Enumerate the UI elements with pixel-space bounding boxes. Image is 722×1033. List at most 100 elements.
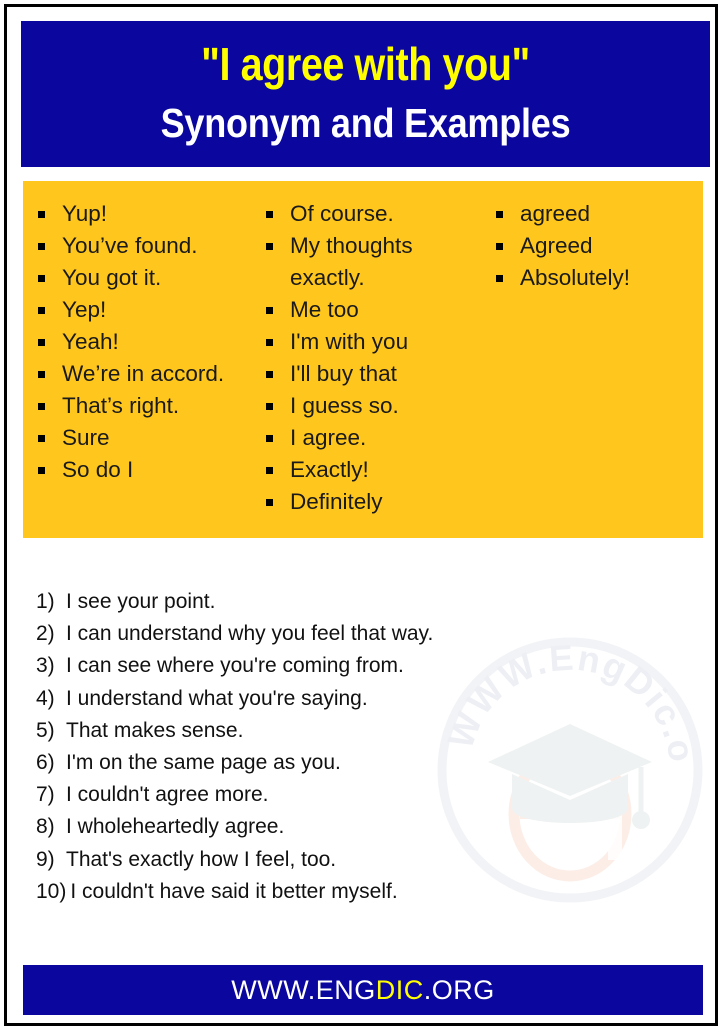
synonym-item-label: That’s right. [62,393,180,418]
page-title: "I agree with you" [201,38,530,90]
synonym-item-label: My thoughts exactly. [290,233,413,290]
synonym-item: We’re in accord. [38,358,253,390]
synonym-item-label: I agree. [290,425,367,450]
synonym-item: Sure [38,422,253,454]
example-row: 3) I can see where you're coming from. [36,650,676,682]
example-number: 7) [36,783,55,807]
example-row: 9) That's exactly how I feel, too. [36,844,676,876]
synonym-item-label: Yup! [62,201,108,226]
synonym-item-label: So do I [62,457,134,482]
synonym-item: That’s right. [38,390,253,422]
synonym-item: Exactly! [266,454,483,486]
example-number: 9) [36,847,55,871]
synonym-column-0: Yup! You’ve found. You got it. Yep! Yeah! We’… [23,198,253,486]
synonym-item: Yup! [38,198,253,230]
synonym-item-label: Absolutely! [520,265,631,290]
example-sentence: I couldn't have said it better myself. [70,879,398,903]
footer-banner: WWW.ENGDIC.ORG [23,965,703,1015]
bullet-square-icon [496,211,503,218]
bullet-square-icon [266,403,273,410]
synonym-item-label: Me too [290,297,359,322]
synonym-item-label: Of course. [290,201,394,226]
synonym-item-label: agreed [520,201,591,226]
bullet-square-icon [266,467,273,474]
bullet-square-icon [38,275,45,282]
footer-prefix: WWW.ENG [231,974,376,1005]
synonym-item-label: You got it. [62,265,162,290]
synonym-item-label: Yeah! [62,329,119,354]
synonym-item: Yep! [38,294,253,326]
header-banner: "I agree with you" Synonym and Examples [21,21,710,167]
example-row: 2) I can understand why you feel that way… [36,618,676,650]
synonym-item: My thoughts exactly. [266,230,483,294]
bullet-square-icon [38,307,45,314]
footer-accent: DIC [375,974,424,1005]
example-number: 1) [36,590,55,613]
bullet-square-icon [266,211,273,218]
bullet-square-icon [496,275,503,282]
example-number: 3) [36,654,55,678]
synonym-item: Agreed [496,230,703,262]
bullet-square-icon [38,435,45,442]
poster-canvas: WWW.EngDic.org "I agree with you" Synony… [0,0,722,1033]
example-number: 8) [36,815,55,839]
bullet-square-icon [38,339,45,346]
synonym-item: I guess so. [266,390,483,422]
synonym-item: I'm with you [266,326,483,358]
bullet-square-icon [266,243,273,250]
example-sentence: I wholeheartedly agree. [66,815,285,839]
example-sentence: I see your point. [66,590,216,613]
synonym-item-label: Exactly! [290,457,369,482]
example-row: 8) I wholeheartedly agree. [36,811,676,843]
bullet-square-icon [38,211,45,218]
example-sentence: That's exactly how I feel, too. [66,847,337,871]
synonym-item-label: You’ve found. [62,233,198,258]
bullet-square-icon [496,243,503,250]
synonym-item-label: We’re in accord. [62,361,225,386]
example-sentence: I can see where you're coming from. [66,654,404,678]
synonym-item-label: Sure [62,425,110,450]
synonym-item-label: I guess so. [290,393,399,418]
example-row: 6) I'm on the same page as you. [36,747,676,779]
example-row: 5) That makes sense. [36,715,676,747]
example-number: 5) [36,718,55,742]
example-sentence: I couldn't agree more. [66,783,269,807]
synonym-item-label: Yep! [62,297,107,322]
synonyms-panel: Yup! You’ve found. You got it. Yep! Yeah! We’… [23,181,703,538]
example-sentence: That makes sense. [66,718,244,742]
synonym-item: Of course. [266,198,483,230]
example-row: 10) I couldn't have said it better myself… [36,876,676,908]
example-sentence: I can understand why you feel that way. [66,622,434,646]
synonym-item-label: Definitely [290,489,383,514]
example-number: 4) [36,686,55,710]
synonym-item-label: I'll buy that [290,361,397,386]
footer-suffix: .ORG [423,974,495,1005]
footer-website-text: WWW.ENGDIC.ORG [231,975,495,1006]
synonym-item: Me too [266,294,483,326]
example-number: 2) [36,622,55,646]
synonym-item: Definitely [266,486,483,518]
bullet-square-icon [266,339,273,346]
synonym-item-label: Agreed [520,233,593,258]
example-row: 7) I couldn't agree more. [36,779,676,811]
bullet-square-icon [266,307,273,314]
example-sentence: I'm on the same page as you. [66,751,341,775]
bullet-square-icon [38,403,45,410]
page-subtitle: Synonym and Examples [160,100,571,146]
bullet-square-icon [266,371,273,378]
synonym-item: agreed [496,198,703,230]
bullet-square-icon [38,371,45,378]
synonym-column-1: Of course. My thoughts exactly. Me too I'm … [253,198,483,518]
synonym-item: You got it. [38,262,253,294]
synonym-item: Absolutely! [496,262,703,294]
example-row: 4) I understand what you're saying. [36,683,676,715]
bullet-square-icon [266,499,273,506]
synonym-item: So do I [38,454,253,486]
synonym-item-label: I'm with you [290,329,409,354]
synonym-item: I'll buy that [266,358,483,390]
example-number: 6) [36,751,55,775]
bullet-square-icon [266,435,273,442]
synonym-item: You’ve found. [38,230,253,262]
bullet-square-icon [38,243,45,250]
synonym-item: Yeah! [38,326,253,358]
